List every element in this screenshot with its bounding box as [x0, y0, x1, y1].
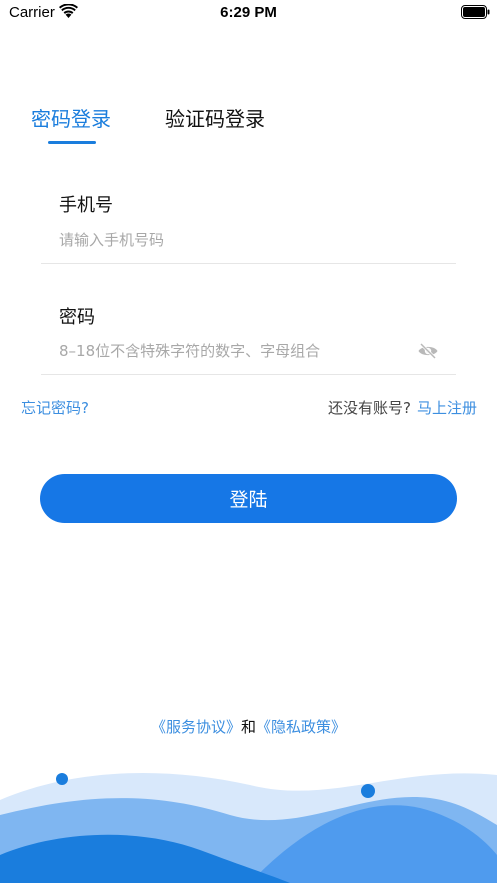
- status-bar: Carrier 6:29 PM: [0, 0, 497, 26]
- agreement-line: 《服务协议》和《隐私政策》: [0, 716, 497, 738]
- password-input[interactable]: [59, 339, 409, 363]
- password-divider: [41, 374, 456, 375]
- tab-password-login[interactable]: 密码登录: [31, 104, 111, 134]
- service-agreement-link[interactable]: 《服务协议》: [151, 718, 241, 736]
- register-row: 还没有账号? 马上注册: [328, 397, 477, 419]
- eye-hidden-icon[interactable]: [417, 342, 439, 360]
- password-label: 密码: [59, 307, 95, 328]
- privacy-policy-link[interactable]: 《隐私政策》: [256, 718, 346, 736]
- battery-icon: [461, 5, 490, 19]
- no-account-text: 还没有账号?: [328, 399, 411, 417]
- status-time: 6:29 PM: [220, 4, 277, 21]
- phone-input[interactable]: [59, 228, 419, 252]
- wave-dot-right: [361, 784, 375, 798]
- forgot-password-link[interactable]: 忘记密码?: [21, 397, 89, 419]
- agreement-and-text: 和: [240, 718, 256, 736]
- login-button[interactable]: 登陆: [40, 474, 457, 523]
- wave-dot-left: [56, 773, 68, 785]
- phone-divider: [41, 263, 456, 264]
- active-tab-indicator: [48, 141, 96, 144]
- tab-code-login[interactable]: 验证码登录: [165, 104, 265, 134]
- phone-label: 手机号: [59, 195, 113, 216]
- wave-decoration: [0, 773, 497, 883]
- register-link[interactable]: 马上注册: [417, 399, 477, 417]
